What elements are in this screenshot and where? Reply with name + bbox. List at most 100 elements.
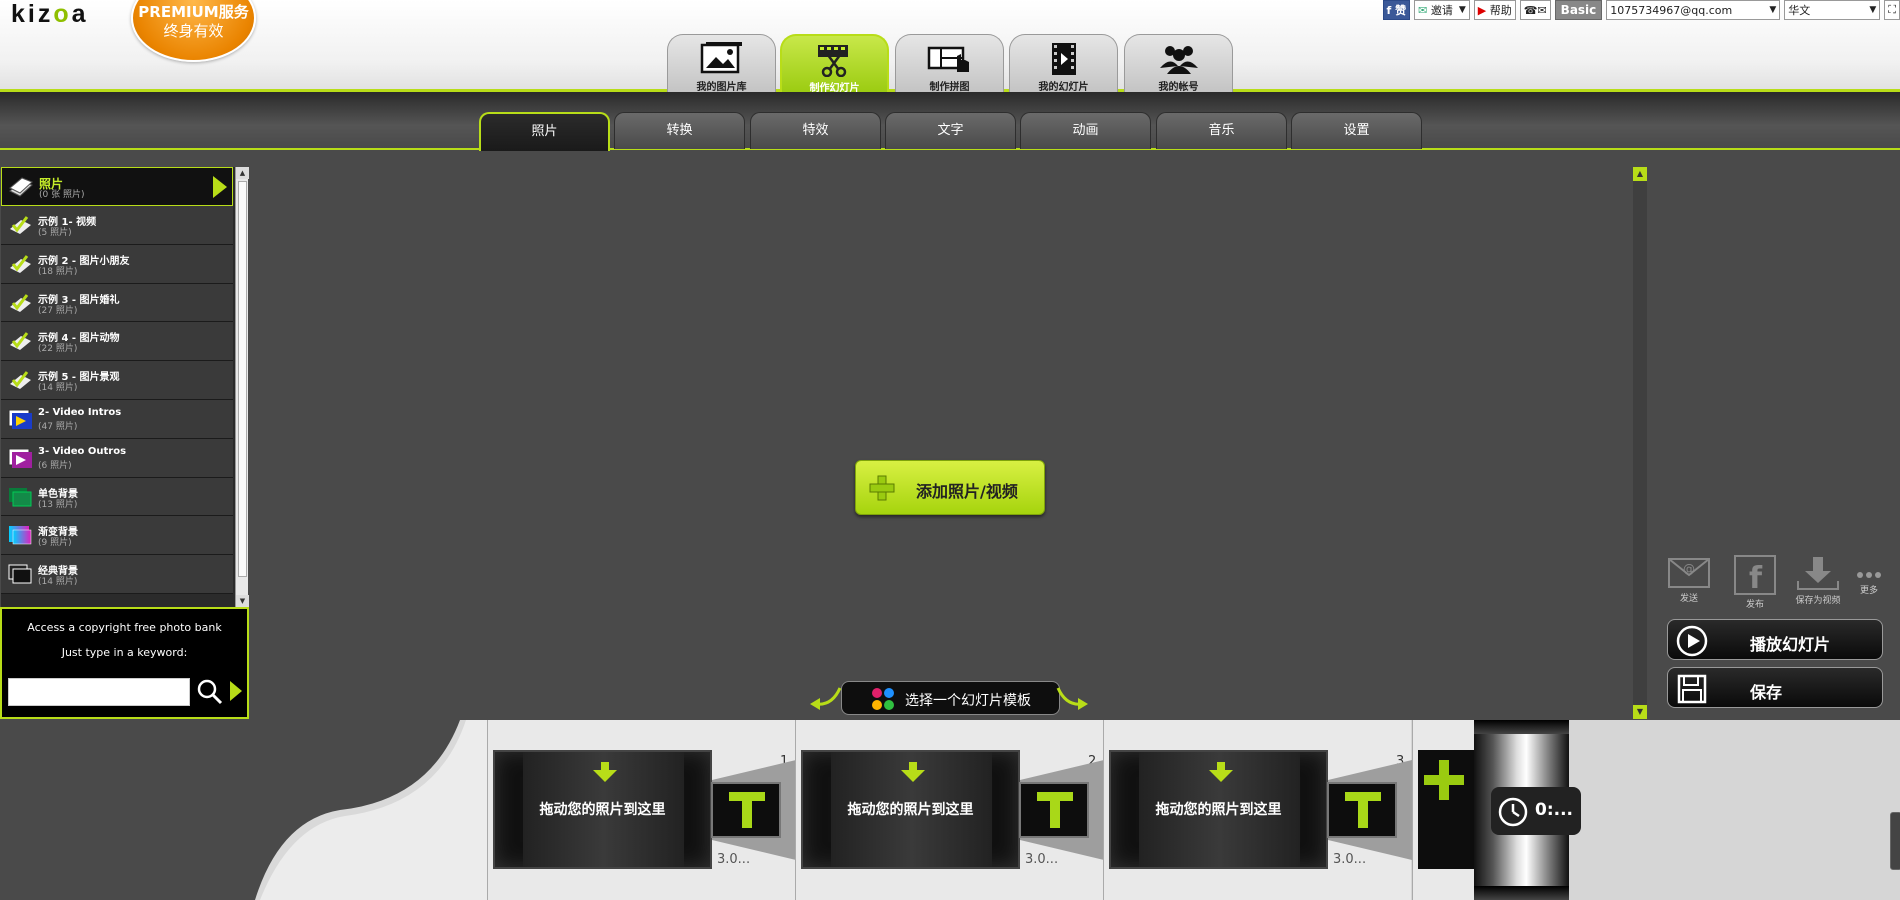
- expand-arrow-icon[interactable]: [213, 176, 227, 198]
- share-more[interactable]: 更多: [1856, 569, 1882, 596]
- share-publish[interactable]: f 发布: [1734, 555, 1776, 610]
- total-duration[interactable]: 0:...: [1491, 787, 1581, 835]
- share-email[interactable]: @ 发送: [1668, 555, 1710, 604]
- photo-drop-zone[interactable]: 拖动您的照片到这里: [801, 750, 1020, 869]
- search-icon[interactable]: [195, 677, 223, 705]
- tab-my-library[interactable]: 我的图片库: [667, 34, 776, 93]
- search-go-arrow-icon[interactable]: [230, 681, 242, 701]
- album-item[interactable]: 示例 3 - 图片婚礼 (27 照片): [1, 283, 233, 323]
- tab-my-slideshows[interactable]: 我的幻灯片: [1009, 34, 1118, 93]
- timeline-decor: [0, 720, 490, 900]
- film-play-icon: [1051, 43, 1076, 75]
- text-overlay-button[interactable]: [711, 782, 781, 838]
- language-select[interactable]: 华文 ▼: [1784, 0, 1881, 20]
- subtab-effects[interactable]: 特效: [750, 112, 881, 149]
- email-icon: @: [1668, 558, 1710, 588]
- tab-label: 我的帐号: [1158, 82, 1199, 93]
- timeline-slot[interactable]: 3 拖动您的照片到这里 3.0...: [1103, 720, 1412, 900]
- album-item[interactable]: 单色背景 (13 照片): [1, 477, 233, 517]
- photo-bank-hint: Just type in a keyword:: [61, 646, 188, 659]
- download-icon: [1797, 557, 1839, 590]
- subtab-transitions[interactable]: 转换: [614, 112, 745, 149]
- tab-label: 我的图片库: [696, 82, 747, 93]
- help-button[interactable]: ▶ 帮助: [1473, 0, 1516, 20]
- album-item-photos[interactable]: 照片 (0 张 照片): [1, 167, 233, 206]
- album-check-icon: [10, 254, 31, 273]
- album-list: 照片 (0 张 照片) 示例 1- 视频 (5 照片) 示例 2 - 图片小朋友…: [1, 167, 233, 607]
- slot-duration[interactable]: 3.0...: [1025, 852, 1058, 867]
- text-t-icon: [1345, 792, 1381, 828]
- chevron-down-icon: ▼: [1458, 5, 1466, 15]
- collage-hand-icon: [927, 46, 969, 72]
- text-t-icon: [729, 792, 765, 828]
- svg-text:@: @: [1683, 562, 1695, 576]
- kizoa-logo[interactable]: kizoa: [11, 0, 89, 29]
- premium-line1: PREMIUM服务: [138, 3, 249, 21]
- album-item[interactable]: 示例 2 - 图片小朋友 (18 照片): [1, 244, 233, 284]
- premium-line2: 终身有效: [163, 22, 224, 40]
- fullscreen-button[interactable]: ⛶: [1884, 0, 1900, 20]
- subtab-settings[interactable]: 设置: [1291, 112, 1422, 149]
- video-outro-icon: [8, 448, 32, 468]
- color-bg-icon: [9, 487, 32, 507]
- photo-bank-search-input[interactable]: [8, 678, 190, 706]
- timeline-slot[interactable]: 1 拖动您的照片到这里 3.0...: [487, 720, 796, 900]
- add-photos-videos-button[interactable]: 添加照片/视频: [855, 460, 1045, 515]
- album-item[interactable]: 示例 5 - 图片景观 (14 照片): [1, 361, 233, 400]
- phone-icon: ☎: [1523, 3, 1538, 17]
- scroll-down-icon[interactable]: ▼: [236, 595, 249, 607]
- text-overlay-button[interactable]: [1327, 782, 1397, 838]
- storyboard-timeline: 1 拖动您的照片到这里 3.0... 2 拖动您的照片到这里 3.0... 3 …: [0, 720, 1900, 900]
- scroll-down-icon[interactable]: ▼: [1633, 705, 1647, 719]
- side-widget[interactable]: [1890, 812, 1900, 870]
- save-button[interactable]: 保存: [1667, 667, 1883, 708]
- arrow-down-icon: [593, 762, 617, 782]
- tab-make-slideshow[interactable]: 制作幻灯片: [780, 34, 889, 94]
- album-item[interactable]: 示例 4 - 图片动物 (22 照片): [1, 322, 233, 362]
- photo-drop-zone[interactable]: 拖动您的照片到这里: [493, 750, 712, 869]
- album-item[interactable]: 示例 1- 视频 (5 照片): [1, 206, 233, 245]
- tab-my-account[interactable]: 我的帐号: [1124, 34, 1233, 93]
- timeline-slot[interactable]: 2 拖动您的照片到这里 3.0...: [795, 720, 1104, 900]
- arrow-down-icon: [901, 762, 925, 782]
- album-check-icon: [10, 216, 31, 234]
- timeline-end-roller: 0:...: [1474, 720, 1581, 900]
- album-item[interactable]: 2- Video Intros (47 照片): [1, 399, 233, 439]
- picture-library-icon: [700, 42, 742, 74]
- add-slide-button[interactable]: [1412, 720, 1478, 900]
- share-options: @ 发送 f 发布 保存为视频 更多: [1666, 555, 1896, 610]
- facebook-icon: f: [1386, 3, 1396, 17]
- text-overlay-button[interactable]: [1019, 782, 1089, 838]
- album-scrollbar[interactable]: ▲ ▼: [235, 167, 249, 607]
- subtab-text[interactable]: 文字: [885, 112, 1016, 149]
- scroll-up-icon[interactable]: ▲: [1633, 167, 1647, 181]
- album-item[interactable]: 3- Video Outros (6 照片): [1, 438, 233, 478]
- sub-tabs-bar: 照片 转换 特效 文字 动画 音乐 设置: [0, 92, 1900, 151]
- text-t-icon: [1037, 792, 1073, 828]
- top-right-bar: f 赞 ✉ 邀请 ▼ ▶ 帮助 ☎ ✉ Basic 1075734967@qq.…: [1382, 0, 1900, 20]
- subtab-animations[interactable]: 动画: [1020, 112, 1151, 149]
- facebook-like-button[interactable]: f 赞: [1382, 0, 1411, 20]
- account-email[interactable]: 1075734967@qq.com ▼: [1606, 0, 1781, 20]
- invite-button[interactable]: ✉ 邀请 ▼: [1414, 0, 1470, 20]
- plus-icon: [869, 475, 895, 501]
- scroll-up-icon[interactable]: ▲: [236, 167, 249, 179]
- premium-badge[interactable]: PREMIUM服务 终身有效: [131, 0, 256, 62]
- choose-template-button[interactable]: 选择一个幻灯片模板: [841, 681, 1060, 715]
- floppy-disk-icon: [1677, 674, 1707, 704]
- invite-icon: ✉: [1418, 3, 1431, 17]
- photo-drop-zone[interactable]: 拖动您的照片到这里: [1109, 750, 1328, 869]
- scrollbar-thumb[interactable]: [238, 181, 247, 577]
- tab-make-collage[interactable]: 制作拼图: [895, 34, 1004, 93]
- top-header: kizoa PREMIUM服务 终身有效 我的图片库 制作幻灯片 制作拼图 我的…: [0, 0, 1900, 94]
- play-slideshow-button[interactable]: 播放幻灯片: [1667, 619, 1883, 660]
- stage-scrollbar[interactable]: ▲ ▼: [1633, 167, 1647, 719]
- album-item[interactable]: 渐变背景 (9 照片): [1, 516, 233, 556]
- subtab-photos[interactable]: 照片: [479, 112, 610, 151]
- album-item[interactable]: 经典背景 (14 照片): [1, 555, 233, 594]
- share-save-video[interactable]: 保存为视频: [1793, 555, 1843, 606]
- subtab-music[interactable]: 音乐: [1156, 112, 1287, 149]
- slot-duration[interactable]: 3.0...: [717, 852, 750, 867]
- slot-duration[interactable]: 3.0...: [1333, 852, 1366, 867]
- contact-button[interactable]: ☎ ✉: [1519, 0, 1551, 20]
